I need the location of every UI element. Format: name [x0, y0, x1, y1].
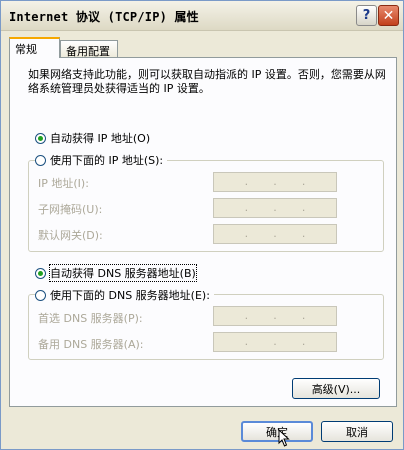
dns-auto-label: 自动获得 DNS 服务器地址(B) [49, 264, 197, 282]
alternate-dns-input[interactable]: ... [213, 332, 337, 352]
close-icon: ✕ [382, 7, 395, 24]
ip-manual-label: 使用下面的 IP 地址(S): [50, 154, 164, 167]
ip-manual-radio[interactable]: 使用下面的 IP 地址(S): [35, 152, 168, 168]
alternate-dns-label: 备用 DNS 服务器(A): [38, 338, 144, 351]
cancel-button[interactable]: 取消 [321, 421, 393, 442]
tab-general[interactable]: 常规 [9, 37, 60, 58]
default-gateway-label: 默认网关(D): [38, 229, 103, 242]
title-bar[interactable]: Internet 协议 (TCP/IP) 属性 ? ✕ [1, 1, 403, 31]
ok-button[interactable]: 确定 [241, 421, 313, 442]
radio-selected-icon [35, 267, 46, 279]
dns-manual-label: 使用下面的 DNS 服务器地址(E): [50, 289, 210, 302]
close-button[interactable]: ✕ [378, 5, 399, 26]
ip-auto-radio[interactable]: 自动获得 IP 地址(O) [35, 130, 150, 146]
radio-selected-icon [35, 132, 46, 144]
subnet-mask-label: 子网掩码(U): [38, 203, 103, 216]
ip-address-input[interactable]: ... [213, 172, 337, 192]
radio-unselected-icon [35, 289, 46, 301]
ip-address-label: IP 地址(I): [38, 177, 89, 190]
subnet-mask-input[interactable]: ... [213, 198, 337, 218]
dns-manual-radio[interactable]: 使用下面的 DNS 服务器地址(E): [35, 287, 214, 303]
advanced-button[interactable]: 高级(V)... [292, 378, 380, 399]
window-title: Internet 协议 (TCP/IP) 属性 [9, 10, 199, 24]
help-icon: ? [362, 8, 371, 23]
preferred-dns-input[interactable]: ... [213, 306, 337, 326]
dns-auto-radio[interactable]: 自动获得 DNS 服务器地址(B) [35, 264, 197, 282]
default-gateway-input[interactable]: ... [213, 224, 337, 244]
help-button[interactable]: ? [356, 5, 377, 26]
ip-auto-label: 自动获得 IP 地址(O) [50, 132, 151, 145]
tab-alternate-configuration[interactable]: 备用配置 [60, 40, 118, 58]
radio-unselected-icon [35, 154, 46, 166]
description-text: 如果网络支持此功能，则可以获取自动指派的 IP 设置。否则，您需要从网络系统管理… [28, 68, 386, 95]
mouse-cursor-icon [278, 429, 290, 447]
preferred-dns-label: 首选 DNS 服务器(P): [38, 312, 143, 325]
general-tab-panel: 如果网络支持此功能，则可以获取自动指派的 IP 设置。否则，您需要从网络系统管理… [9, 57, 397, 407]
tcpip-properties-dialog: Internet 协议 (TCP/IP) 属性 ? ✕ 常规 备用配置 如果网络… [0, 0, 404, 450]
